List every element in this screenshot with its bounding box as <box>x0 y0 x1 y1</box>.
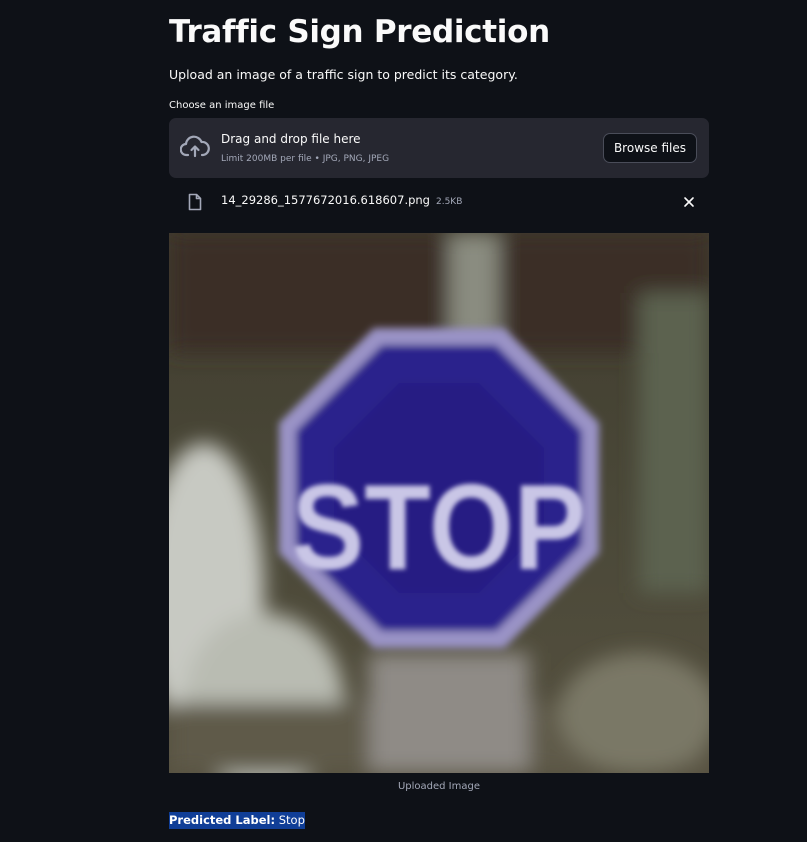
close-icon[interactable] <box>681 194 697 210</box>
file-name: 14_29286_1577672016.618607.png 2.5KB <box>221 193 462 207</box>
prediction-value: Stop <box>278 813 305 827</box>
stop-sign-text: STOP <box>292 459 587 595</box>
cloud-upload-icon <box>180 135 210 158</box>
prediction-result: Predicted Label: Stop <box>169 812 305 829</box>
dropzone-limit: Limit 200MB per file • JPG, PNG, JPEG <box>221 154 390 164</box>
file-dropzone[interactable]: Drag and drop file here Limit 200MB per … <box>169 118 709 178</box>
image-caption: Uploaded Image <box>397 781 481 792</box>
browse-files-button[interactable]: Browse files <box>602 133 697 163</box>
file-name-text: 14_29286_1577672016.618607.png <box>221 193 430 207</box>
uploaded-file-row: 14_29286_1577672016.618607.png 2.5KB <box>169 188 709 218</box>
prediction-label: Predicted Label: <box>169 813 276 827</box>
uploaded-image: STOP <box>169 233 709 773</box>
file-icon <box>188 193 202 211</box>
page-title: Traffic Sign Prediction <box>169 14 550 50</box>
dropzone-title: Drag and drop file here <box>221 132 361 146</box>
uploader-label: Choose an image file <box>169 100 275 111</box>
stop-sign-photo: STOP <box>169 233 709 773</box>
file-size: 2.5KB <box>435 197 463 207</box>
page-subtitle: Upload an image of a traffic sign to pre… <box>169 67 518 82</box>
